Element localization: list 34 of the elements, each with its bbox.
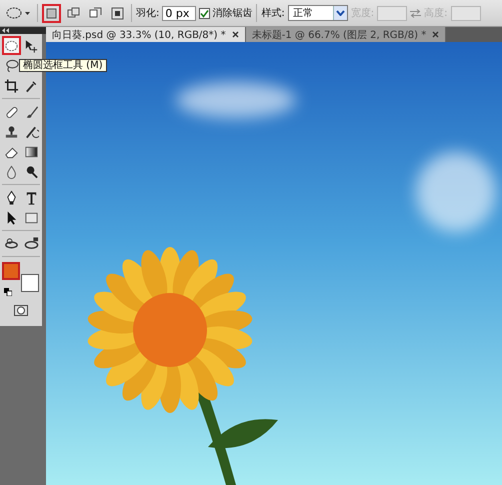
caret-icon bbox=[25, 12, 30, 14]
selection-mode-icon bbox=[67, 6, 80, 20]
foreground-color-swatch[interactable] bbox=[2, 262, 20, 280]
orbit3d-tool-icon bbox=[24, 236, 39, 252]
feather-field[interactable]: 0 px bbox=[162, 6, 196, 20]
close-icon[interactable] bbox=[232, 31, 239, 38]
anti-alias-label: 消除锯齿 bbox=[212, 6, 252, 20]
anti-alias-checkbox[interactable] bbox=[199, 8, 210, 18]
move-tool-icon bbox=[24, 38, 39, 54]
feather-label: 羽化: bbox=[136, 7, 160, 20]
selection-mode-icon bbox=[45, 6, 58, 20]
rotate3d-tool-icon bbox=[4, 236, 19, 252]
type-tool-icon bbox=[24, 190, 39, 206]
tooltip: 椭圆选框工具 (M) bbox=[19, 59, 107, 72]
selection-mode-icon bbox=[111, 6, 124, 20]
background-color-swatch[interactable] bbox=[21, 274, 39, 292]
dodge-tool-icon bbox=[24, 164, 39, 180]
style-label: 样式: bbox=[261, 6, 285, 20]
brush-tool-icon bbox=[24, 104, 39, 120]
ellipse-icon bbox=[6, 7, 22, 19]
selection-mode-icon bbox=[89, 6, 102, 20]
crop-tool-icon bbox=[4, 78, 19, 94]
document-tab[interactable]: 向日葵.psd @ 33.3% (10, RGB/8*) * bbox=[46, 27, 246, 42]
quick-mask-icon bbox=[14, 305, 28, 316]
document-tab[interactable]: 未标题-1 @ 66.7% (图层 2, RGB/8) * bbox=[246, 27, 446, 42]
checkmark-icon bbox=[200, 8, 210, 18]
swap-icon[interactable] bbox=[410, 8, 422, 18]
close-icon[interactable] bbox=[432, 31, 440, 38]
selection-mode-button[interactable] bbox=[42, 4, 61, 22]
lasso-tool-icon bbox=[4, 58, 19, 74]
default-colors-icon[interactable] bbox=[4, 288, 12, 296]
stamp-tool-icon bbox=[4, 124, 19, 140]
drop-tool-icon bbox=[4, 164, 19, 180]
style-dropdown[interactable]: 正常 bbox=[288, 5, 348, 21]
